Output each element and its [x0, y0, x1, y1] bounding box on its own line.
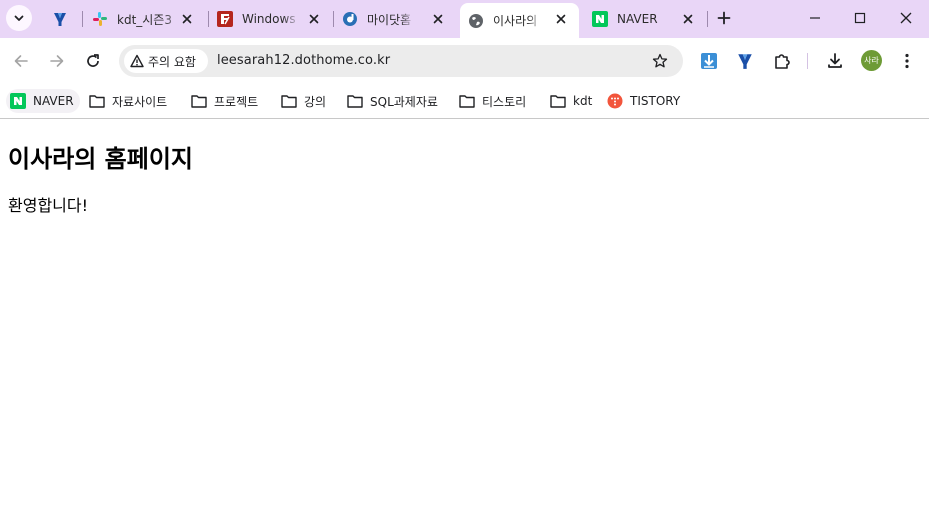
bookmark-folder-project[interactable]: 프로젝트: [191, 89, 258, 113]
tab-filezilla[interactable]: Windows: [209, 6, 332, 32]
ypass-icon: [738, 54, 752, 69]
bookmark-folder-sql[interactable]: SQL과제자료: [347, 89, 438, 113]
security-chip[interactable]: 주의 요함: [124, 49, 208, 73]
folder-icon: [459, 93, 475, 109]
url-text[interactable]: leesarah12.dothome.co.kr: [217, 53, 390, 68]
bookmark-label: NAVER: [33, 94, 74, 108]
bookmark-folder-resources[interactable]: 자료사이트: [89, 89, 167, 113]
bookmark-label: 프로젝트: [214, 94, 259, 109]
tab-strip: kdt_시즌3 Windows 마이닷홈 이사라의 NAVER: [0, 0, 929, 38]
close-icon[interactable]: [553, 11, 569, 27]
tistory-icon: [607, 93, 623, 109]
menu-button[interactable]: [896, 50, 918, 72]
folder-icon: [347, 93, 363, 109]
download-arrow-icon: [701, 53, 717, 69]
toolbar-separator: [807, 53, 808, 69]
tab-dothome[interactable]: 마이닷홈: [334, 6, 456, 32]
tab-search-button[interactable]: [6, 5, 32, 31]
bookmark-label: kdt: [573, 94, 593, 108]
ypass-icon: [52, 11, 68, 27]
download-extension-button[interactable]: [698, 50, 720, 72]
naver-icon: [592, 11, 608, 27]
tab-separator: [82, 11, 83, 27]
bookmark-star-icon[interactable]: [651, 52, 669, 70]
tab-active-homepage[interactable]: 이사라의: [460, 3, 579, 38]
tab-kdt[interactable]: kdt_시즌3: [84, 6, 205, 32]
tab-naver[interactable]: NAVER: [584, 6, 706, 32]
close-icon[interactable]: [179, 11, 195, 27]
warning-icon: [130, 54, 144, 68]
chevron-down-icon: [14, 15, 24, 21]
tab-title: Windows: [242, 12, 296, 26]
puzzle-icon: [775, 54, 790, 69]
slack-icon: [92, 11, 108, 27]
back-button[interactable]: [11, 51, 31, 71]
page-content: 이사라의 홈페이지 환영합니다!: [0, 119, 929, 526]
welcome-text: 환영합니다!: [8, 196, 89, 215]
page-heading: 이사라의 홈페이지: [8, 145, 193, 173]
new-tab-button[interactable]: [716, 10, 732, 26]
tab-ypass[interactable]: [44, 6, 78, 32]
bookmark-label: 강의: [304, 94, 327, 109]
dothome-icon: [342, 11, 358, 27]
tab-title: NAVER: [617, 12, 658, 26]
bookmark-folder-kdt[interactable]: kdt: [550, 89, 592, 113]
security-chip-label: 주의 요함: [148, 54, 196, 69]
plus-icon: [717, 11, 731, 25]
downloads-button[interactable]: [824, 50, 846, 72]
close-icon[interactable]: [306, 11, 322, 27]
maximize-button[interactable]: [850, 8, 870, 28]
folder-icon: [550, 93, 566, 109]
address-bar[interactable]: 주의 요함 leesarah12.dothome.co.kr: [119, 45, 683, 77]
forward-button[interactable]: [47, 51, 67, 71]
bookmark-label: 티스토리: [482, 94, 527, 109]
tab-title: 마이닷홈: [367, 12, 412, 27]
reload-icon: [87, 54, 99, 67]
bookmark-naver[interactable]: NAVER: [6, 89, 80, 113]
close-icon: [900, 12, 912, 24]
arrow-left-icon: [14, 55, 28, 67]
minimize-button[interactable]: [805, 8, 825, 28]
tab-title: 이사라의: [493, 14, 538, 28]
reload-button[interactable]: [83, 51, 103, 71]
minimize-icon: [810, 17, 820, 19]
extensions-button[interactable]: [771, 50, 793, 72]
folder-icon: [89, 93, 105, 109]
bookmark-label: TISTORY: [630, 94, 681, 108]
bookmark-tistory[interactable]: TISTORY: [607, 89, 680, 113]
close-icon[interactable]: [430, 11, 446, 27]
bookmark-folder-tistory[interactable]: 티스토리: [459, 89, 526, 113]
maximize-icon: [854, 12, 866, 24]
globe-icon: [468, 13, 484, 29]
ypass-extension-button[interactable]: [734, 50, 756, 72]
folder-icon: [191, 93, 207, 109]
tab-title: kdt_시즌3: [117, 12, 172, 27]
folder-icon: [281, 93, 297, 109]
bookmark-label: 자료사이트: [112, 94, 168, 109]
bookmark-label: SQL과제자료: [370, 94, 438, 109]
browser-toolbar: 주의 요함 leesarah12.dothome.co.kr 사라: [0, 38, 929, 84]
profile-avatar[interactable]: 사라: [861, 50, 882, 71]
close-icon[interactable]: [680, 11, 696, 27]
tab-separator: [707, 11, 708, 27]
download-icon: [828, 53, 842, 68]
close-window-button[interactable]: [896, 8, 916, 28]
bookmarks-bar: NAVER 자료사이트 프로젝트 강의 SQL과제자료 티스토리 kdt TIS…: [0, 84, 929, 119]
filezilla-icon: [217, 11, 233, 27]
naver-icon: [10, 93, 26, 109]
more-vertical-icon: [905, 53, 909, 69]
avatar-text: 사라: [864, 56, 879, 65]
arrow-right-icon: [50, 55, 64, 67]
bookmark-folder-lecture[interactable]: 강의: [281, 89, 326, 113]
